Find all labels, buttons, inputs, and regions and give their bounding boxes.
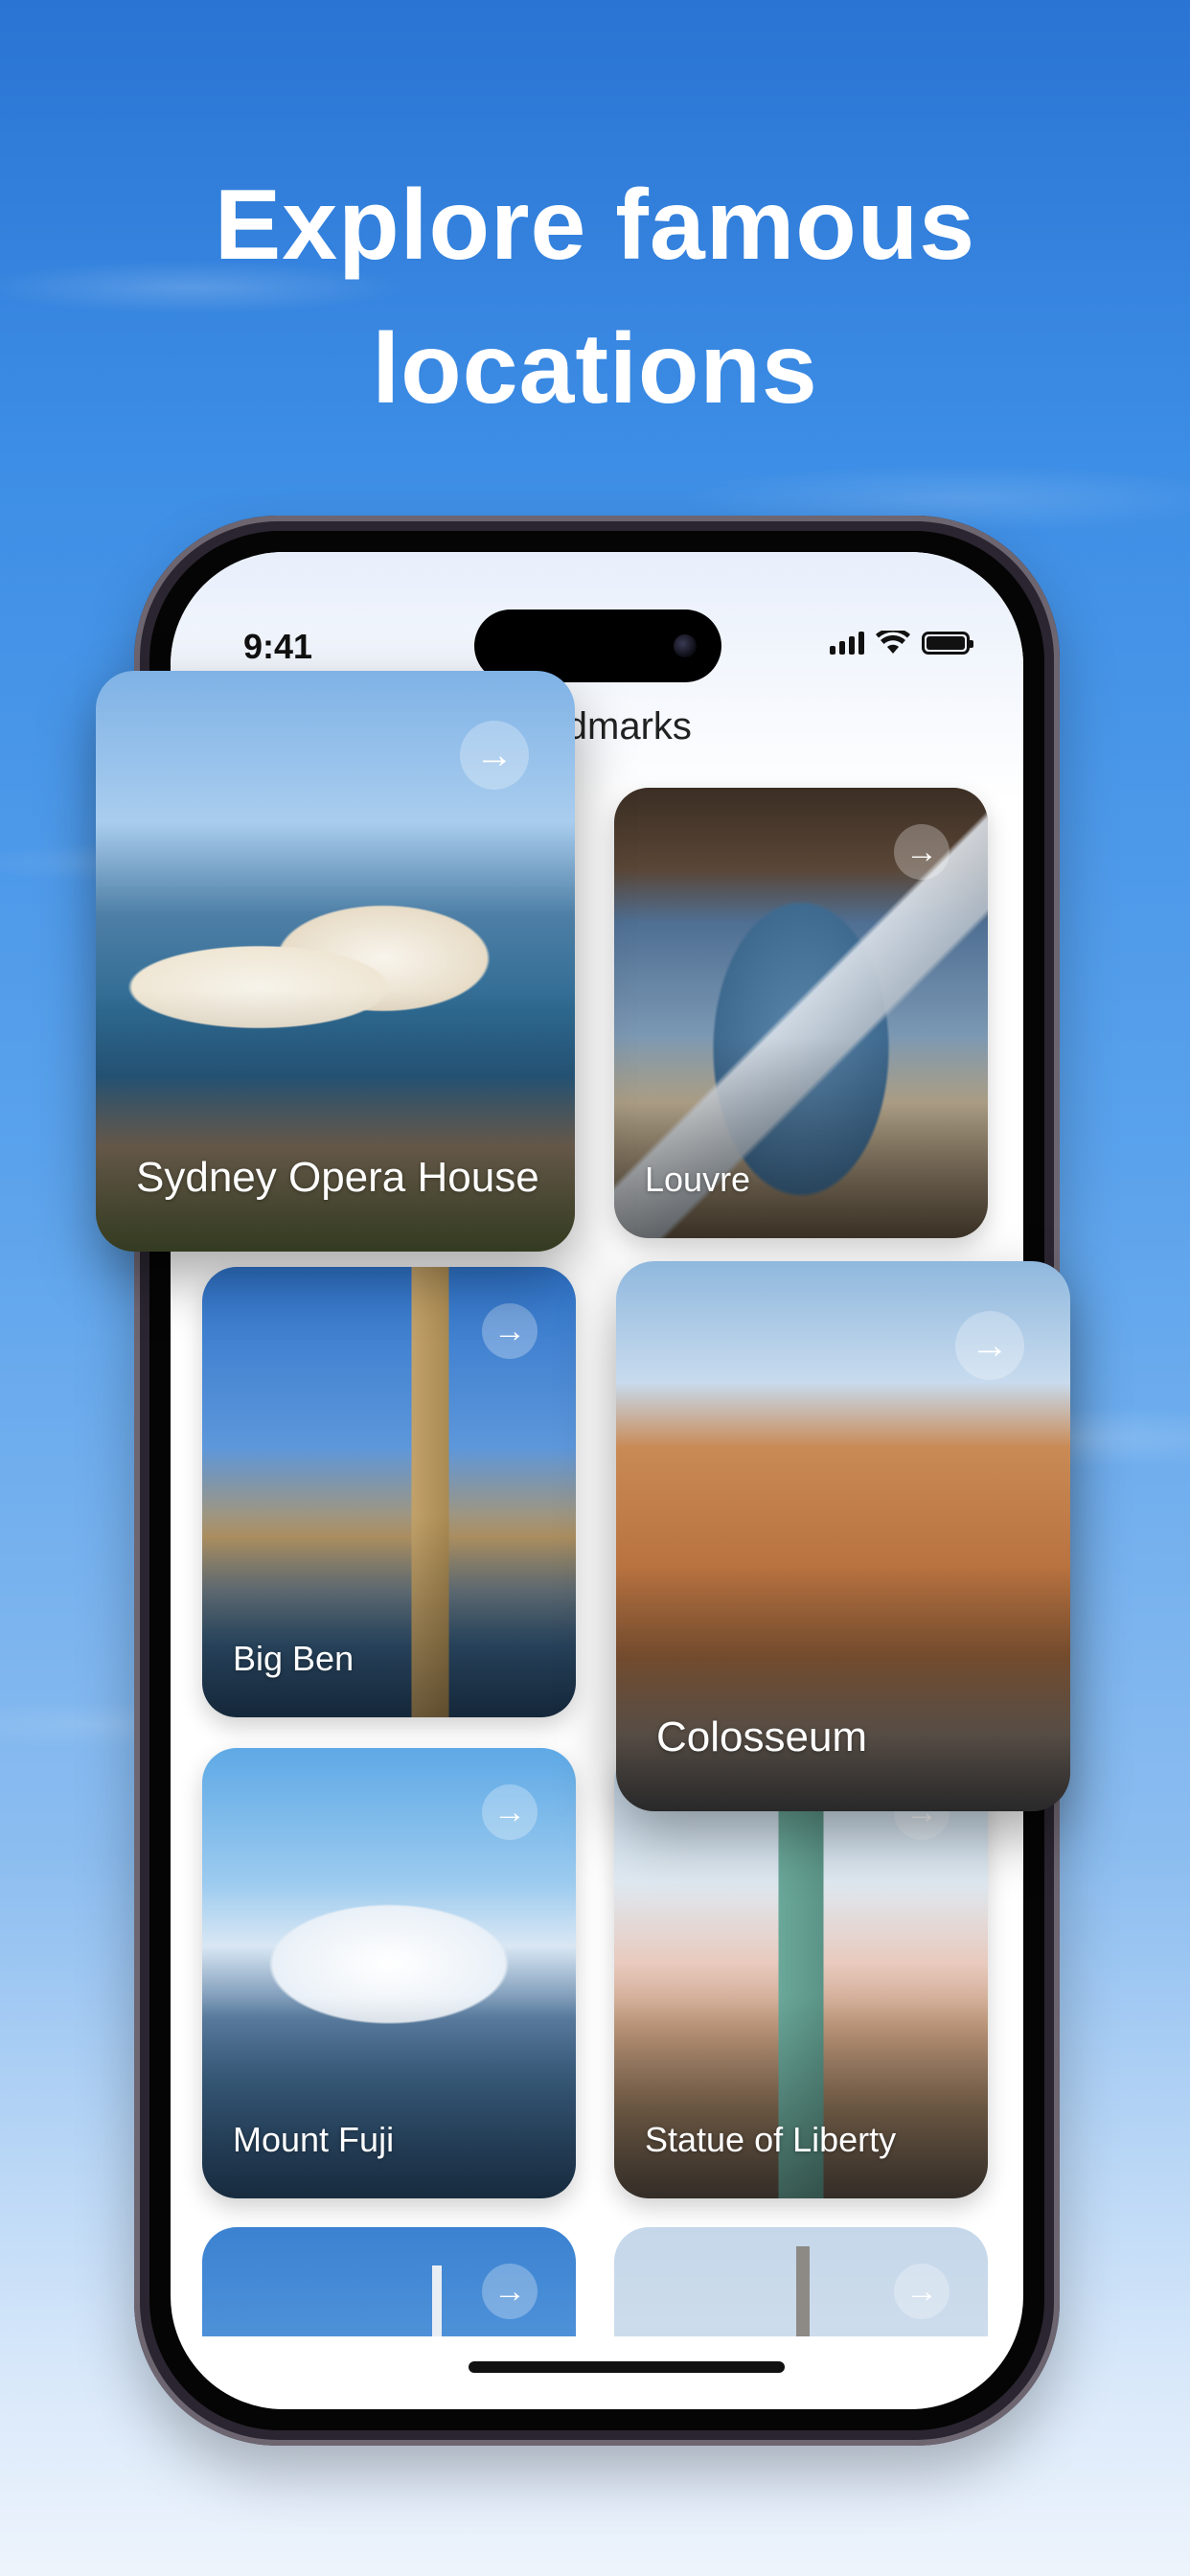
arrow-right-icon[interactable]: → xyxy=(894,824,950,880)
card-label: Big Ben xyxy=(233,1639,355,1678)
tower-spire xyxy=(432,2266,442,2336)
arrow-right-icon[interactable]: → xyxy=(482,2264,538,2319)
arrow-right-icon[interactable]: → xyxy=(460,721,529,790)
cellular-signal-icon xyxy=(830,632,864,655)
headline-line-1: Explore famous xyxy=(214,170,976,281)
tower-spire xyxy=(796,2246,810,2336)
front-camera-icon xyxy=(674,634,697,657)
landmark-card-dubai[interactable]: → xyxy=(202,2227,576,2336)
arrow-right-icon[interactable]: → xyxy=(894,2264,950,2319)
arrow-right-icon[interactable]: → xyxy=(955,1311,1024,1380)
home-indicator[interactable] xyxy=(469,2361,785,2373)
landmark-card-statue-of-liberty[interactable]: → Statue of Liberty xyxy=(614,1748,988,2198)
battery-icon xyxy=(922,632,973,655)
card-label: Sydney Opera House xyxy=(136,1154,539,1201)
status-time: 9:41 xyxy=(243,627,313,666)
promo-headline: Explore famous locations xyxy=(0,153,1190,441)
landmark-card-louvre[interactable]: → Louvre xyxy=(614,788,988,1238)
landmark-card-eiffel-tower[interactable]: → xyxy=(614,2227,988,2336)
landmark-card-sydney-opera-house[interactable]: → Sydney Opera House xyxy=(96,671,575,1252)
card-label: Mount Fuji xyxy=(233,2120,395,2159)
landmark-card-colosseum[interactable]: → Colosseum xyxy=(616,1261,1070,1811)
headline-line-2: locations xyxy=(372,313,818,425)
card-label: Statue of Liberty xyxy=(645,2120,897,2159)
status-icons xyxy=(830,631,973,656)
card-label: Colosseum xyxy=(656,1714,868,1760)
landmark-card-big-ben[interactable]: → Big Ben xyxy=(202,1267,576,1717)
card-label: Louvre xyxy=(645,1160,751,1199)
arrow-right-icon[interactable]: → xyxy=(482,1784,538,1840)
arrow-right-icon[interactable]: → xyxy=(482,1303,538,1359)
bottom-row-clip: → → xyxy=(202,2227,988,2336)
wifi-icon xyxy=(876,631,910,654)
landmark-card-mount-fuji[interactable]: → Mount Fuji xyxy=(202,1748,576,2198)
